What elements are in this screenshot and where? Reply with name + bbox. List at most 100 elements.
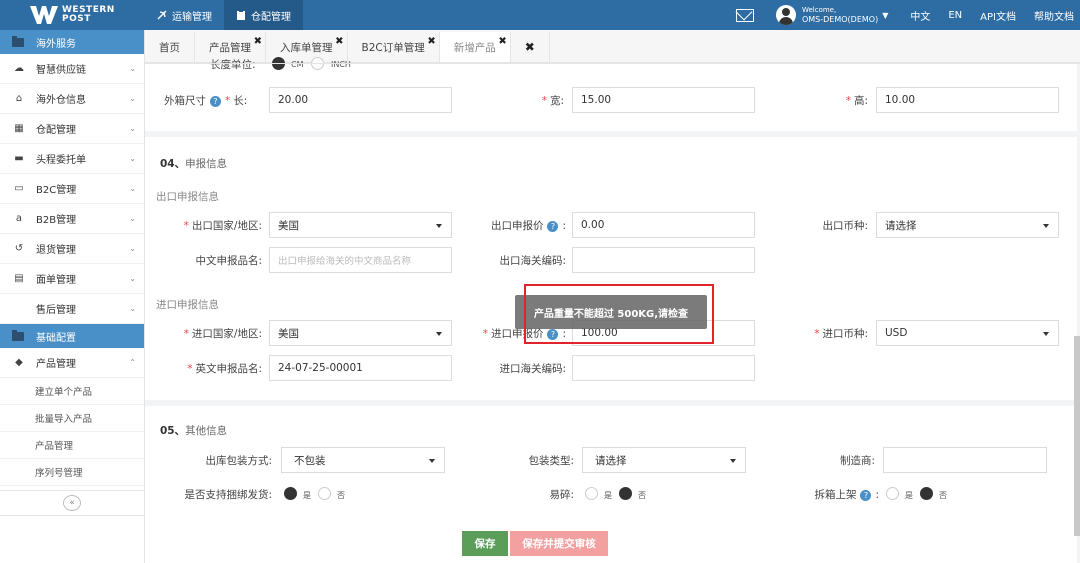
topnav-transport[interactable]: 运输管理 <box>145 0 224 30</box>
sidebar-item-supply-chain[interactable]: ☁ 智慧供应链 ⌄ <box>0 54 144 84</box>
welcome-text: Welcome, <box>801 6 837 14</box>
tab-bar: 首页 产品管理 ✖ 入库单管理 ✖ B2C订单管理 ✖ 新增产品 ✖ ✖ <box>145 30 1080 63</box>
scrollbar[interactable] <box>1074 336 1080 536</box>
content-bg <box>145 400 1077 406</box>
tab-home[interactable]: 首页 <box>145 32 195 62</box>
sidebar-section-label: 基础配置 <box>36 332 76 344</box>
fragile-yes-radio[interactable] <box>585 487 598 500</box>
sidebar-item-first-leg[interactable]: ▬ 头程委托单 ⌄ <box>0 144 144 174</box>
close-icon[interactable]: ✖ <box>427 36 435 47</box>
export-price-label-text: 出口申报价 <box>490 220 544 232</box>
sidebar-item-product-mgmt[interactable]: ◆ 产品管理 ⌃ <box>0 348 144 378</box>
import-hs-input[interactable] <box>572 355 755 381</box>
pack-method-select[interactable]: 不包装 <box>281 447 445 473</box>
manufacturer-input[interactable] <box>883 447 1047 473</box>
export-hs-input[interactable] <box>572 247 755 273</box>
cn-name-label: 中文申报品名: <box>195 255 262 267</box>
caret-down-icon[interactable]: ▼ <box>882 11 888 20</box>
export-country-select[interactable]: 美国 <box>269 212 452 238</box>
help-icon[interactable]: ? <box>860 489 872 501</box>
logo[interactable]: WESTERN POST <box>0 0 145 30</box>
sidebar-item-warehouse-info[interactable]: ⌂ 海外仓信息 ⌄ <box>0 84 144 114</box>
required-mark: * <box>183 328 189 340</box>
amazon-icon: a <box>15 213 23 224</box>
cn-name-input[interactable]: 出口申报给海关的中文商品名称 <box>269 247 452 273</box>
unbox-yes-radio[interactable] <box>886 487 899 500</box>
required-mark: * <box>225 95 231 107</box>
pack-type-select[interactable]: 请选择 <box>582 447 746 473</box>
avatar[interactable] <box>775 5 796 25</box>
import-country-select[interactable]: 美国 <box>269 320 452 346</box>
sidebar-section-basic-config[interactable]: 基础配置 <box>0 324 144 348</box>
close-icon: ✖ <box>524 40 535 54</box>
bundle-label: 是否支持捆绑发货: <box>184 489 272 501</box>
sidebar-collapse: « <box>0 490 144 516</box>
lang-zh-link[interactable]: 中文 <box>910 8 930 23</box>
export-currency-select[interactable]: 请选择 <box>876 212 1059 238</box>
chevron-down-icon: ⌄ <box>129 124 136 133</box>
chevron-up-icon: ⌃ <box>129 358 136 367</box>
width-label-text: 宽: <box>549 95 564 107</box>
section-04-num: 04、 <box>160 158 186 170</box>
required-mark: * <box>541 95 547 107</box>
width-input[interactable]: 15.00 <box>572 87 755 113</box>
fragile-no-radio[interactable] <box>619 487 632 500</box>
topnav-warehouse[interactable]: 仓配管理 <box>224 0 303 30</box>
tab-b2c-orders[interactable]: B2C订单管理 ✖ <box>347 32 440 62</box>
logo-text: WESTERN POST <box>62 6 115 24</box>
export-hs-label: 出口海关编码: <box>499 255 566 267</box>
save-button[interactable]: 保存 <box>462 531 508 556</box>
sidebar-section-overseas[interactable]: 海外服务 <box>0 30 144 54</box>
save-submit-button[interactable]: 保存并提交审核 <box>510 531 608 556</box>
sidebar-item-returns[interactable]: ↺ 退货管理 ⌄ <box>0 234 144 264</box>
export-country-label: * 出口国家/地区: <box>170 218 262 233</box>
fragile-label: 易碎: <box>549 489 574 501</box>
bundle-no-radio[interactable] <box>318 487 331 500</box>
chevron-down-icon: ⌄ <box>129 184 136 193</box>
sidebar-sub-serial-mgmt[interactable]: 序列号管理 <box>0 459 144 486</box>
sidebar-item-label: 海外仓信息 <box>36 95 86 106</box>
sidebar-sub-product-list[interactable]: 产品管理 <box>0 432 144 459</box>
help-docs-link[interactable]: 帮助文档 <box>1034 8 1074 23</box>
close-all-tabs-button[interactable]: ✖ <box>510 32 550 62</box>
sidebar-item-b2b[interactable]: a B2B管理 ⌄ <box>0 204 144 234</box>
unbox-no-radio[interactable] <box>920 487 933 500</box>
mail-icon[interactable] <box>735 8 754 22</box>
bundle-yes-label: 是 <box>303 491 311 500</box>
import-currency-label-text: 进口币种: <box>822 328 868 340</box>
sidebar-sub-create-product[interactable]: 建立单个产品 <box>0 378 144 405</box>
user-name: OMS-DEMO(DEMO) <box>801 15 879 24</box>
required-mark: * <box>482 328 488 340</box>
help-icon[interactable]: ? <box>210 95 221 107</box>
sidebar-item-warehouse-mgmt[interactable]: ▦ 仓配管理 ⌄ <box>0 114 144 144</box>
close-icon[interactable]: ✖ <box>335 36 343 47</box>
api-docs-link[interactable]: API文档 <box>980 8 1016 23</box>
sidebar-item-label: 头程委托单 <box>36 155 86 166</box>
sidebar-item-labels[interactable]: ▤ 面单管理 ⌄ <box>0 264 144 294</box>
tab-label: 产品管理 <box>209 41 251 54</box>
sidebar: 海外服务 ☁ 智慧供应链 ⌄ ⌂ 海外仓信息 ⌄ ▦ 仓配管理 ⌄ ▬ 头程委托单 ⌄ ▭ B2C… <box>0 30 145 563</box>
close-icon[interactable]: ✖ <box>254 36 262 47</box>
sidebar-item-after-sales[interactable]: 售后管理 ⌄ <box>0 294 144 324</box>
clipboard-icon <box>236 10 246 20</box>
tab-new-product[interactable]: 新增产品 ✖ <box>439 32 511 62</box>
plane-icon <box>157 10 167 20</box>
en-name-input[interactable]: 24-07-25-00001 <box>269 355 452 381</box>
collapse-sidebar-button[interactable]: « <box>63 495 81 511</box>
sidebar-sub-bulk-import[interactable]: 批量导入产品 <box>0 405 144 432</box>
height-input[interactable]: 10.00 <box>876 87 1059 113</box>
import-country-label-text: 进口国家/地区: <box>191 328 262 340</box>
import-currency-select[interactable]: USD <box>876 320 1059 346</box>
close-icon[interactable]: ✖ <box>498 36 506 47</box>
chevron-down-icon: ⌄ <box>129 304 136 313</box>
sidebar-item-b2c[interactable]: ▭ B2C管理 ⌄ <box>0 174 144 204</box>
import-hs-label: 进口海关编码: <box>499 363 566 375</box>
pack-method-label: 出库包装方式: <box>205 455 272 467</box>
length-input[interactable]: 20.00 <box>269 87 452 113</box>
lang-en-link[interactable]: EN <box>948 10 962 21</box>
bundle-yes-radio[interactable] <box>284 487 297 500</box>
help-icon[interactable]: ? <box>547 220 559 232</box>
fragile-no-label: 否 <box>638 491 646 500</box>
export-price-input[interactable]: 0.00 <box>572 212 755 238</box>
user-menu[interactable]: Welcome, OMS-DEMO(DEMO) <box>802 5 878 25</box>
